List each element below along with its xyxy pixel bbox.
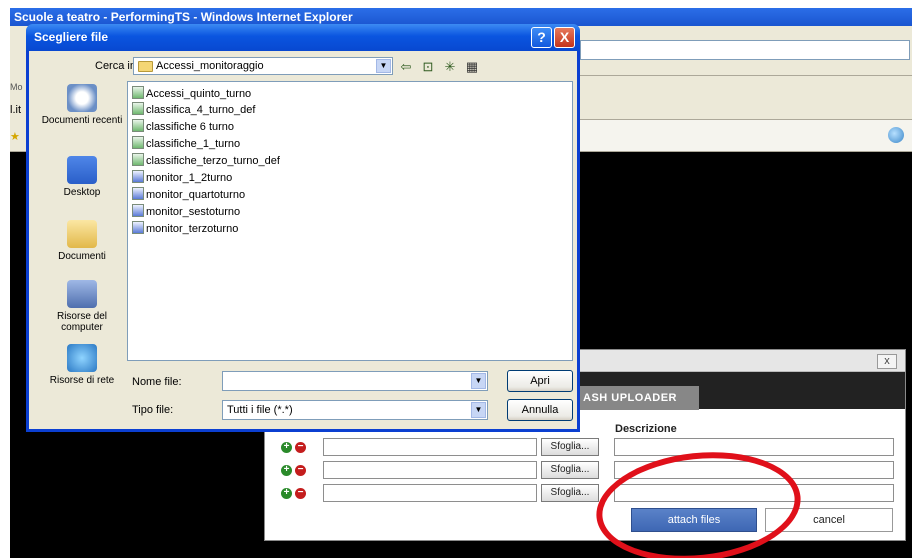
row-controls: + − [281, 442, 311, 454]
add-row-icon[interactable]: + [281, 465, 292, 476]
file-item[interactable]: Accessi_quinto_turno [132, 86, 251, 102]
place-label: Desktop [63, 187, 101, 198]
uploader-close-button[interactable]: x [877, 354, 897, 369]
ie-fragment-text: Mo [10, 82, 23, 92]
look-in-dropdown[interactable]: Accessi_monitoraggio ▼ [133, 57, 393, 75]
browse-button[interactable]: Sfoglia... [541, 438, 599, 456]
file-name: classifiche_terzo_turno_def [146, 155, 280, 167]
upload-row: + − Sfoglia... [265, 484, 905, 504]
back-icon[interactable]: ⇦ [397, 59, 415, 75]
file-path-input[interactable] [323, 461, 537, 479]
file-path-input[interactable] [323, 484, 537, 502]
place-label: Risorse di rete [49, 375, 115, 386]
place-network[interactable]: Risorse di rete [39, 344, 125, 386]
word-file-icon [132, 170, 144, 183]
ie-address-field[interactable] [580, 40, 910, 60]
star-icon[interactable]: ★ [10, 130, 20, 143]
file-name: classifiche_1_turno [146, 138, 241, 150]
help-button[interactable]: ? [531, 27, 552, 48]
chevron-down-icon[interactable]: ▼ [471, 373, 486, 389]
file-item[interactable]: monitor_quartoturno [132, 187, 245, 203]
my-computer-icon [67, 280, 97, 308]
browse-button[interactable]: Sfoglia... [541, 484, 599, 502]
place-desktop[interactable]: Desktop [39, 156, 125, 198]
excel-file-icon [132, 102, 144, 115]
file-dialog-title: Scegliere file [34, 30, 109, 44]
file-name: classifica_4_turno_def [146, 104, 256, 116]
places-bar: Documenti recenti Desktop Documenti Riso… [39, 80, 125, 400]
file-item[interactable]: monitor_terzoturno [132, 221, 238, 237]
open-button[interactable]: Apri [507, 370, 573, 392]
desktop-icon [67, 156, 97, 184]
file-name: Accessi_quinto_turno [146, 88, 252, 100]
chevron-down-icon[interactable]: ▼ [471, 402, 486, 418]
file-name: monitor_quartoturno [146, 189, 246, 201]
my-documents-icon [67, 220, 97, 248]
word-file-icon [132, 221, 144, 234]
description-input[interactable] [614, 438, 894, 456]
place-label: Documenti recenti [41, 115, 123, 126]
ie-left-edge: Mo l.it ★ [10, 26, 26, 151]
file-name: monitor_terzoturno [146, 223, 239, 235]
row-controls: + − [281, 465, 311, 477]
add-row-icon[interactable]: + [281, 488, 292, 499]
file-name: monitor_1_2turno [146, 172, 233, 184]
feeds-icon[interactable] [888, 127, 904, 143]
look-in-value: Accessi_monitoraggio [156, 60, 264, 72]
file-name: monitor_sestoturno [146, 206, 241, 218]
place-label: Documenti [58, 251, 106, 262]
excel-file-icon [132, 136, 144, 149]
chevron-down-icon[interactable]: ▼ [376, 59, 391, 73]
upload-row: + − Sfoglia... [265, 461, 905, 481]
file-item[interactable]: monitor_1_2turno [132, 170, 232, 186]
file-name-label: Nome file: [132, 376, 182, 388]
place-recent-documents[interactable]: Documenti recenti [39, 84, 125, 126]
word-file-icon [132, 187, 144, 200]
file-path-input[interactable] [323, 438, 537, 456]
tab-flash-uploader[interactable]: ASH UPLOADER [575, 386, 699, 410]
excel-file-icon [132, 153, 144, 166]
place-label: Risorse del computer [56, 311, 108, 333]
file-item[interactable]: classifica_4_turno_def [132, 102, 255, 118]
cancel-dialog-button[interactable]: Annulla [507, 399, 573, 421]
ie-fragment-text: l.it [10, 104, 21, 116]
description-header: Descrizione [615, 423, 677, 435]
remove-row-icon[interactable]: − [295, 488, 306, 499]
row-controls: + − [281, 488, 311, 500]
file-dialog-title-bar: Scegliere file ? X [26, 24, 580, 51]
remove-row-icon[interactable]: − [295, 465, 306, 476]
excel-file-icon [132, 86, 144, 99]
excel-file-icon [132, 119, 144, 132]
network-places-icon [67, 344, 97, 372]
file-item[interactable]: monitor_sestoturno [132, 204, 240, 220]
file-type-label: Tipo file: [132, 404, 174, 416]
file-type-value: Tutti i file (*.*) [227, 404, 293, 416]
file-dialog: Scegliere file ? X Cerca in: Accessi_mon… [26, 24, 580, 432]
file-item[interactable]: classifiche_1_turno [132, 136, 240, 152]
file-name-input[interactable]: ▼ [222, 371, 488, 391]
file-name: classifiche 6 turno [146, 121, 235, 133]
recent-documents-icon [67, 84, 97, 112]
file-type-select[interactable]: Tutti i file (*.*) ▼ [222, 400, 488, 420]
close-button[interactable]: X [554, 27, 575, 48]
word-file-icon [132, 204, 144, 217]
remove-row-icon[interactable]: − [295, 442, 306, 453]
file-list[interactable]: Accessi_quinto_turno classifica_4_turno_… [127, 81, 573, 361]
place-my-documents[interactable]: Documenti [39, 220, 125, 262]
add-row-icon[interactable]: + [281, 442, 292, 453]
up-folder-icon[interactable]: ⊡ [419, 59, 437, 75]
place-my-computer[interactable]: Risorse del computer [39, 280, 125, 333]
upload-row: + − Sfoglia... [265, 438, 905, 458]
new-folder-icon[interactable]: ✳ [441, 59, 459, 75]
folder-icon [138, 61, 153, 72]
file-item[interactable]: classifiche 6 turno [132, 119, 234, 135]
file-item[interactable]: classifiche_terzo_turno_def [132, 153, 280, 169]
browse-button[interactable]: Sfoglia... [541, 461, 599, 479]
view-menu-icon[interactable]: ▦ [463, 59, 481, 75]
